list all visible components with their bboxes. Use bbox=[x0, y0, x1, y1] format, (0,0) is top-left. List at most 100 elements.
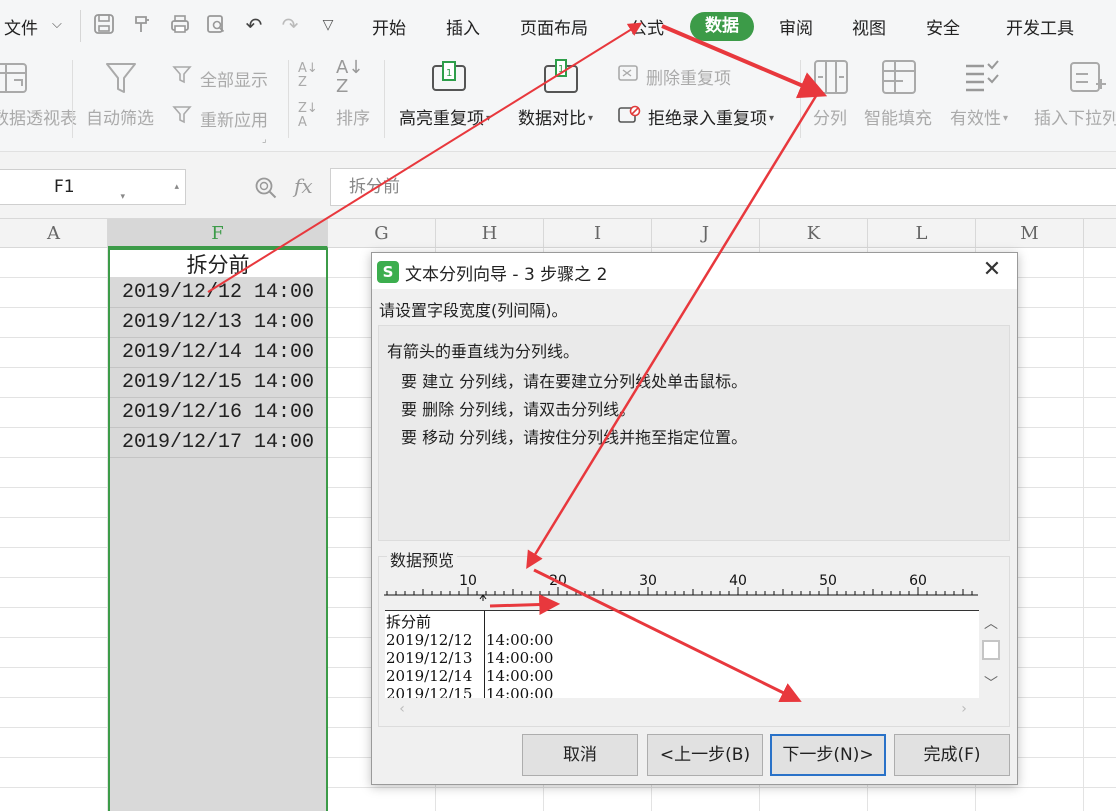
preview-row: 拆分前 bbox=[386, 613, 432, 631]
reapply-button[interactable]: 重新应用 bbox=[200, 106, 268, 131]
scroll-right-icon[interactable]: › bbox=[957, 701, 971, 717]
cell-f1[interactable]: 拆分前 bbox=[110, 248, 326, 277]
preview-row: 14:00:00 bbox=[486, 631, 554, 649]
column-header-a[interactable]: A bbox=[0, 219, 108, 248]
divider bbox=[80, 10, 81, 42]
column-header-h[interactable]: H bbox=[436, 219, 544, 248]
sort-ascending-icon[interactable]: A↓ Z bbox=[298, 62, 318, 90]
scroll-down-icon[interactable]: ﹀ bbox=[983, 676, 999, 692]
zoom-formula-icon[interactable] bbox=[254, 176, 278, 200]
smart-fill-icon[interactable] bbox=[880, 58, 918, 100]
column-header-l[interactable]: L bbox=[868, 219, 976, 248]
reject-duplicates-icon[interactable] bbox=[617, 104, 641, 130]
cell-f5[interactable]: 2019/12/15 14:00 bbox=[110, 368, 326, 398]
tab-developer[interactable]: 开发工具 bbox=[1006, 14, 1074, 39]
auto-filter-button[interactable]: 自动筛选 bbox=[86, 104, 154, 129]
preview-row: 2019/12/15 bbox=[386, 685, 473, 698]
filter-icon[interactable] bbox=[104, 60, 138, 102]
data-compare-button[interactable]: 数据对比 ▾ bbox=[518, 104, 593, 129]
fx-icon[interactable]: fx bbox=[294, 174, 313, 198]
dialog-launcher-icon[interactable]: ⌟ bbox=[262, 134, 267, 145]
file-menu[interactable]: 文件 bbox=[4, 14, 38, 39]
sort-button[interactable]: 排序 bbox=[336, 104, 370, 129]
ruler-mark: 10 bbox=[459, 573, 477, 589]
dialog-titlebar[interactable]: S 文本分列向导 - 3 步骤之 2 ✕ bbox=[372, 253, 1017, 289]
tab-home[interactable]: 开始 bbox=[372, 14, 406, 39]
reject-duplicates-button[interactable]: 拒绝录入重复项 ▾ bbox=[648, 104, 774, 129]
tab-security[interactable]: 安全 bbox=[926, 14, 960, 39]
preview-row: 2019/12/14 bbox=[386, 667, 473, 685]
file-menu-chevron-icon[interactable]: ⌵ bbox=[52, 17, 62, 32]
redo-icon[interactable]: ↷ bbox=[278, 13, 302, 37]
column-header-i[interactable]: I bbox=[544, 219, 652, 248]
column-header-f[interactable]: F bbox=[108, 219, 328, 248]
column-header-g[interactable]: G bbox=[328, 219, 436, 248]
smart-fill-button[interactable]: 智能填充 bbox=[864, 104, 932, 129]
ruler-mark: 20 bbox=[549, 573, 567, 589]
tab-formulas[interactable]: 公式 bbox=[630, 14, 664, 39]
back-button[interactable]: <上一步(B) bbox=[647, 734, 763, 776]
remove-duplicates-button[interactable]: 删除重复项 bbox=[646, 64, 731, 89]
cell-f6[interactable]: 2019/12/16 14:00 bbox=[110, 398, 326, 428]
instructions-panel: 有箭头的垂直线为分列线。 要 建立 分列线，请在要建立分列线处单击鼠标。 要 删… bbox=[378, 325, 1010, 541]
save-icon[interactable] bbox=[92, 13, 116, 37]
print-preview-icon[interactable] bbox=[204, 13, 228, 37]
scroll-up-icon[interactable]: ︿ bbox=[983, 616, 999, 632]
finish-button[interactable]: 完成(F) bbox=[894, 734, 1010, 776]
validity-button[interactable]: 有效性 ▾ bbox=[950, 104, 1008, 129]
spreadsheet-window: 文件 ⌵ ↶ ↷ ▽ 开始 插入 页面布局 公式 数据 审阅 视图 安全 开发工… bbox=[0, 0, 1116, 811]
formula-input[interactable]: 拆分前 bbox=[330, 168, 1116, 206]
reapply-icon[interactable] bbox=[172, 104, 194, 130]
tab-review[interactable]: 审阅 bbox=[779, 14, 813, 39]
scroll-left-icon[interactable]: ‹ bbox=[395, 701, 409, 717]
column-ruler[interactable]: 10 20 30 40 50 60 bbox=[384, 571, 978, 601]
close-icon[interactable]: ✕ bbox=[981, 259, 1003, 281]
cell-f4[interactable]: 2019/12/14 14:00 bbox=[110, 338, 326, 368]
show-all-button[interactable]: 全部显示 bbox=[200, 66, 268, 91]
cancel-button[interactable]: 取消 bbox=[522, 734, 638, 776]
split-columns-button[interactable]: 分列 bbox=[813, 104, 847, 129]
preview-title: 数据预览 bbox=[387, 547, 458, 571]
split-marker-arrow-icon[interactable] bbox=[479, 594, 487, 601]
remove-duplicates-icon[interactable] bbox=[617, 62, 639, 88]
dialog-title: 文本分列向导 - 3 步骤之 2 bbox=[405, 265, 608, 285]
show-all-icon[interactable] bbox=[172, 64, 194, 90]
column-header-m[interactable]: M bbox=[976, 219, 1084, 248]
cell-f2[interactable]: 2019/12/12 14:00 bbox=[110, 278, 326, 308]
highlight-duplicates-button[interactable]: 高亮重复项 ▾ bbox=[399, 104, 491, 129]
instruction-line: 要 建立 分列线，请在要建立分列线处单击鼠标。 bbox=[401, 372, 748, 391]
tab-insert[interactable]: 插入 bbox=[446, 14, 480, 39]
validity-icon[interactable] bbox=[962, 58, 1000, 100]
tab-page-layout[interactable]: 页面布局 bbox=[520, 14, 588, 39]
column-header-j[interactable]: J bbox=[652, 219, 760, 248]
cell-f3[interactable]: 2019/12/13 14:00 bbox=[110, 308, 326, 338]
print-icon[interactable] bbox=[168, 13, 192, 37]
next-button[interactable]: 下一步(N)> bbox=[770, 734, 886, 776]
split-line[interactable] bbox=[484, 611, 485, 698]
tab-view[interactable]: 视图 bbox=[852, 14, 886, 39]
divider bbox=[288, 60, 289, 138]
horizontal-scrollbar[interactable]: ‹ › bbox=[385, 698, 979, 720]
undo-icon[interactable]: ↶ bbox=[242, 13, 266, 37]
wps-logo-icon: S bbox=[377, 261, 399, 283]
sort-descending-icon[interactable]: Z↓ A bbox=[298, 102, 318, 130]
customize-toolbar-icon[interactable]: ▽ bbox=[316, 13, 340, 37]
data-compare-icon[interactable]: 1 bbox=[542, 58, 580, 100]
cell-f7[interactable]: 2019/12/17 14:00 bbox=[110, 428, 326, 458]
insert-dropdown-list-button[interactable]: 插入下拉列表 bbox=[1034, 104, 1116, 129]
format-painter-icon[interactable] bbox=[130, 13, 154, 37]
pivot-table-button[interactable]: 数据透视表 bbox=[0, 104, 77, 129]
split-columns-icon[interactable] bbox=[812, 58, 850, 100]
pivot-table-icon[interactable] bbox=[0, 60, 32, 102]
data-preview[interactable]: 拆分前 2019/12/12 14:00:00 2019/12/13 14:00… bbox=[385, 610, 979, 698]
vertical-scrollbar[interactable]: ︿ ﹀ bbox=[979, 610, 1003, 698]
tab-data[interactable]: 数据 bbox=[690, 12, 754, 41]
chevron-up-down-icon[interactable]: ▴ ▾ bbox=[120, 182, 179, 202]
sort-icon[interactable]: A↓ Z bbox=[336, 58, 363, 96]
column-header-k[interactable]: K bbox=[760, 219, 868, 248]
scrollbar-thumb[interactable] bbox=[982, 640, 1000, 660]
highlight-duplicates-icon[interactable]: 1 bbox=[430, 60, 468, 100]
insert-dropdown-list-icon[interactable] bbox=[1068, 58, 1108, 100]
ruler-mark: 30 bbox=[639, 573, 657, 589]
name-box[interactable]: F1 ▴ ▾ bbox=[0, 169, 186, 205]
